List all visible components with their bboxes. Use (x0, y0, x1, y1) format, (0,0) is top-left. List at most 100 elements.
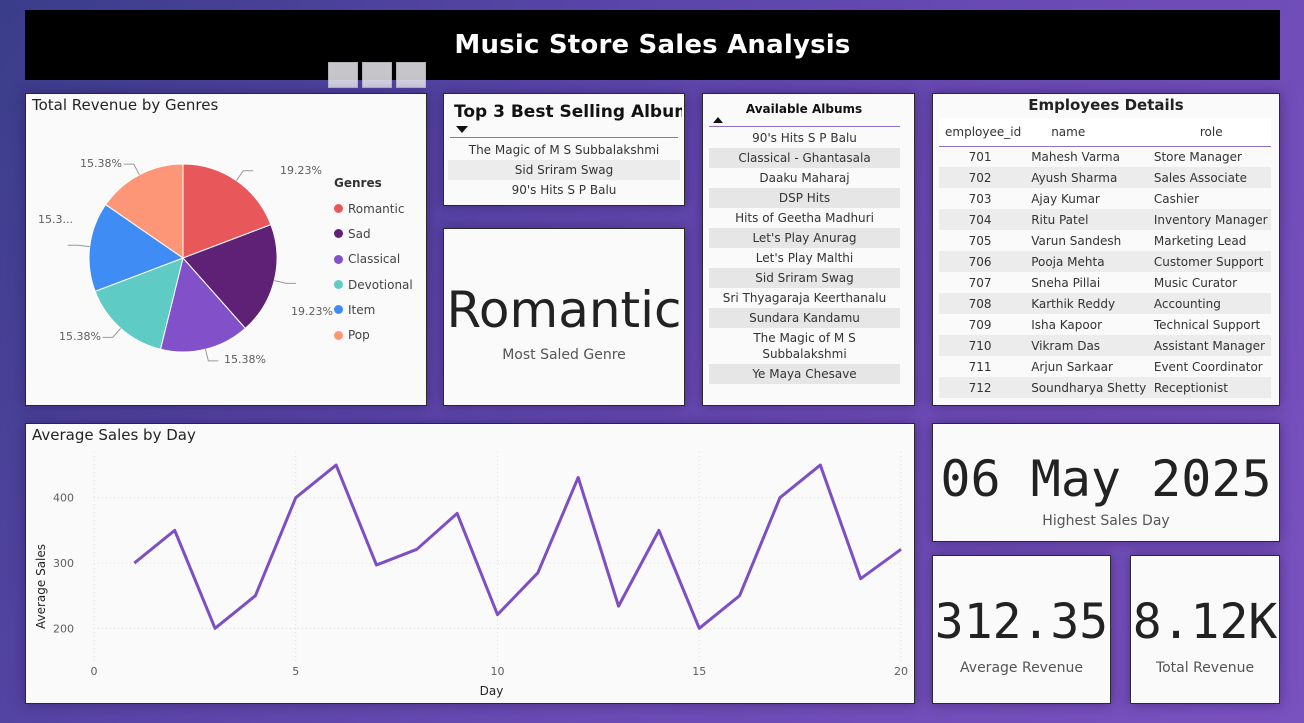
cell-employee-id: 707 (968, 275, 992, 290)
cell-employee-id: 703 (968, 191, 992, 206)
sort-desc-icon[interactable] (456, 126, 468, 133)
line-chart[interactable]: 0 5 10 15 20 200 300 400 Day Average Sales (26, 424, 914, 703)
table-row[interactable]: 703 Ajay Kumar Cashier (939, 188, 1271, 209)
employees-panel[interactable]: Employees Details employee_id name role … (932, 93, 1280, 406)
legend-label: Romantic (348, 201, 405, 216)
average-revenue-card[interactable]: 312.35 Average Revenue (932, 555, 1111, 704)
y-axis-title: Average Sales (34, 544, 48, 629)
pie-leader-line (123, 163, 140, 175)
pie-leader-line (204, 349, 219, 362)
cell-employee-id: 702 (939, 167, 1022, 188)
album-row[interactable]: DSP Hits (709, 188, 900, 208)
pie-data-label: 15.38% (224, 353, 266, 366)
x-tick-label: 20 (894, 665, 908, 678)
legend-item-devotional[interactable]: Devotional (334, 272, 413, 297)
cell-name: Soundharya Shetty (1021, 377, 1150, 398)
x-tick-label: 10 (491, 665, 505, 678)
cell-employee-id: 701 (968, 149, 992, 164)
legend-item-pop[interactable]: Pop (334, 322, 413, 347)
album-row[interactable]: Let's Play Malthi (709, 248, 900, 268)
pin-visual-button[interactable] (328, 62, 358, 88)
album-row[interactable]: Hits of Geetha Madhuri (709, 208, 900, 228)
legend-item-item[interactable]: Item (334, 297, 413, 322)
album-row[interactable]: Sri Thyagaraja Keerthanalu (709, 288, 900, 308)
top-album-row[interactable]: 90's Hits S P Balu (448, 180, 680, 200)
table-row[interactable]: 707 Sneha Pillai Music Curator (939, 272, 1271, 293)
x-tick-label: 15 (692, 665, 706, 678)
total-card-label: Total Revenue (1155, 660, 1255, 676)
table-row[interactable]: 701 Mahesh Varma Store Manager (939, 146, 1271, 167)
avg-sales-by-day-panel[interactable]: Average Sales by Day 0 5 10 15 20 200 300 400 Da… (25, 423, 915, 704)
column-header-name[interactable]: name (1021, 118, 1150, 147)
copy-visual-button[interactable] (362, 62, 392, 88)
pie-data-label: 19.23% (280, 164, 322, 177)
cell-employee-id: 710 (939, 335, 1022, 356)
album-row[interactable]: Let's Play Anurag (709, 228, 900, 248)
cell-name: Sneha Pillai (1031, 275, 1101, 290)
table-row[interactable]: 710 Vikram Das Assistant Manager (939, 335, 1271, 356)
available-albums-panel[interactable]: Available Albums 90's Hits S P Balu Class… (702, 93, 915, 406)
table-row[interactable]: 708 Karthik Reddy Accounting (939, 293, 1271, 314)
cell-name: Arjun Sarkaar (1031, 359, 1113, 374)
cell-role: Customer Support (1149, 251, 1271, 272)
cell-role: Store Manager (1153, 149, 1242, 164)
cell-role: Receptionist (1149, 377, 1271, 398)
sort-asc-icon[interactable] (713, 117, 723, 123)
line-series[interactable] (133, 463, 902, 630)
cell-role: Music Curator (1153, 275, 1238, 290)
total-revenue-card[interactable]: 8.12K Total Revenue (1130, 555, 1280, 704)
table-row[interactable]: 711 Arjun Sarkaar Event Coordinator (939, 356, 1271, 377)
visual-toolbar (328, 62, 426, 88)
legend-item-classical[interactable]: Classical (334, 247, 413, 272)
avg-card-value: 312.35 (934, 594, 1109, 650)
revenue-by-genre-panel[interactable]: Total Revenue by Genres 19.23% 19.23% 15.3… (25, 93, 427, 406)
top-album-row[interactable]: The Magic of M S Subbalakshmi (448, 140, 680, 160)
pie-leader-line (274, 280, 296, 284)
cell-role: Event Coordinator (1153, 359, 1263, 374)
cell-employee-id: 708 (939, 293, 1022, 314)
cell-name: Vikram Das (1021, 335, 1150, 356)
column-header-employee-id[interactable]: employee_id (939, 118, 1022, 147)
cell-employee-id: 711 (968, 359, 992, 374)
date-card-label: Highest Sales Day (1042, 513, 1170, 529)
table-row[interactable]: 704 Ritu Patel Inventory Manager (939, 209, 1271, 230)
legend-swatch (334, 229, 343, 239)
legend-swatch (334, 204, 343, 214)
album-row[interactable]: Ye Maya Chesave (709, 364, 900, 384)
legend-swatch (334, 280, 343, 290)
table-row[interactable]: 709 Isha Kapoor Technical Support (939, 314, 1271, 335)
album-row[interactable]: Sundara Kandamu (709, 308, 900, 328)
albums-column-header[interactable]: Available Albums (709, 102, 899, 116)
table-row[interactable]: 705 Varun Sandesh Marketing Lead (939, 230, 1271, 251)
dashboard-title: Music Store Sales Analysis (454, 30, 851, 60)
header-divider (709, 126, 900, 127)
pie-leader-line (102, 328, 122, 338)
most-saled-genre-card[interactable]: Romantic Most Saled Genre (443, 228, 685, 406)
cell-role: Cashier (1153, 191, 1200, 206)
cell-name: Ayush Sharma (1021, 167, 1150, 188)
album-row[interactable]: Daaku Maharaj (709, 168, 900, 188)
cell-name: Karthik Reddy (1021, 293, 1150, 314)
more-options-button[interactable] (396, 62, 426, 88)
album-row[interactable]: The Magic of M S Subbalakshmi (709, 328, 900, 364)
cell-employee-id: 704 (939, 209, 1022, 230)
cell-role: Marketing Lead (1153, 233, 1247, 248)
cell-name: Ritu Patel (1021, 209, 1150, 230)
legend-label: Item (348, 302, 376, 317)
table-row[interactable]: 706 Pooja Mehta Customer Support (939, 251, 1271, 272)
top-album-row[interactable]: Sid Sriram Swag (448, 160, 680, 180)
album-row[interactable]: 90's Hits S P Balu (709, 128, 900, 148)
top-albums-panel[interactable]: Top 3 Best Selling Albums The Magic of M… (443, 93, 685, 206)
legend-swatch (334, 330, 343, 340)
highest-sales-day-card[interactable]: 06 May 2025 Highest Sales Day (932, 423, 1280, 542)
albums-list: 90's Hits S P Balu Classical - Ghantasala… (709, 128, 900, 384)
legend-item-sad[interactable]: Sad (334, 221, 413, 246)
pie-data-label: 15.38% (59, 330, 101, 343)
dashboard-header: Music Store Sales Analysis (25, 10, 1280, 80)
album-row[interactable]: Sid Sriram Swag (709, 268, 900, 288)
table-row[interactable]: 702 Ayush Sharma Sales Associate (939, 167, 1271, 188)
table-row[interactable]: 712 Soundharya Shetty Receptionist (939, 377, 1271, 398)
album-row[interactable]: Classical - Ghantasala (709, 148, 900, 168)
column-header-role[interactable]: role (1149, 118, 1271, 147)
legend-item-romantic[interactable]: Romantic (334, 196, 413, 221)
